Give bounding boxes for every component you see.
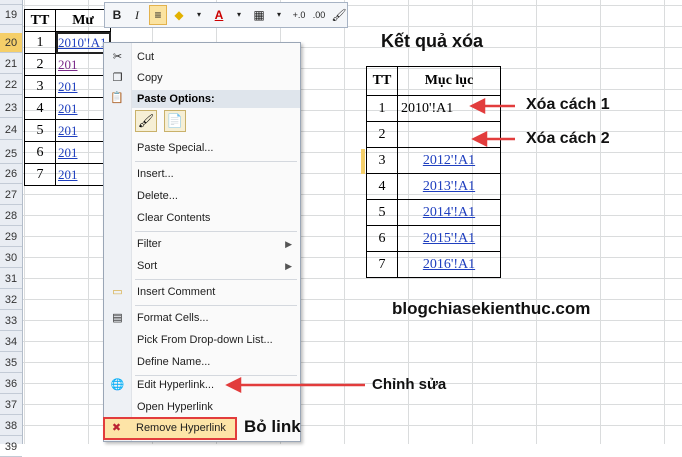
arrow-head: [225, 376, 242, 394]
annotation-chinh-sua: Chỉnh sửa: [372, 376, 447, 393]
annotation-xoa-cach-1: Xóa cách 1: [526, 96, 610, 113]
arrow-head: [469, 97, 486, 115]
annotation-bo-link: Bỏ link: [244, 417, 301, 436]
arrow-head: [471, 130, 488, 148]
annotation-arrows: [225, 97, 515, 394]
annotation-xoa-cach-2: Xóa cách 2: [526, 130, 610, 147]
blog-watermark: blogchiasekienthuc.com: [392, 299, 591, 318]
